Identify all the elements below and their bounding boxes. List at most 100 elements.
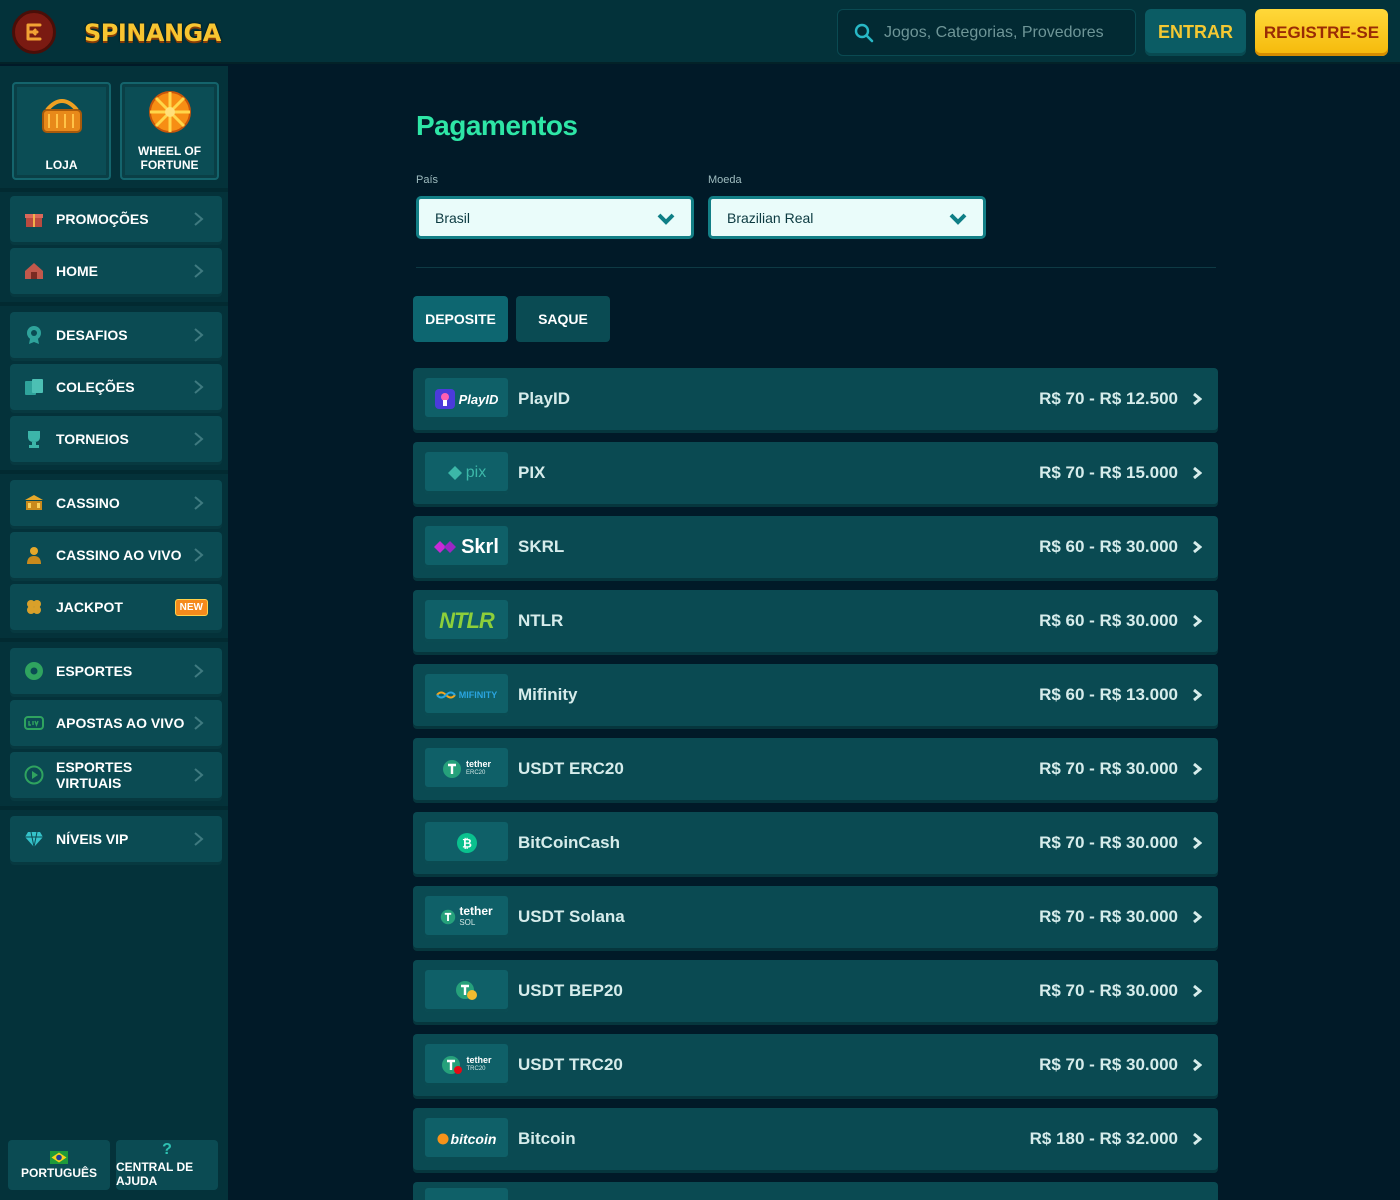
sidebar-item-label: ESPORTES VIRTUAIS	[56, 759, 133, 791]
chevron-right-icon	[194, 716, 204, 730]
sidebar-item-label: CASSINO AO VIVO	[56, 547, 182, 563]
chevron-right-icon	[194, 664, 204, 678]
sidebar-item-label: CASSINO	[56, 495, 120, 511]
sidebar-item-esportes-virtuais[interactable]: ESPORTES VIRTUAIS	[10, 752, 222, 798]
tab-withdraw[interactable]: SAQUE	[516, 296, 610, 342]
menu-icon	[26, 23, 42, 41]
sidebar-item-label: NÍVEIS VIP	[56, 831, 129, 847]
skrill-mark-icon	[434, 541, 457, 553]
brazil-flag-icon	[50, 1150, 68, 1164]
payment-method-row[interactable]: PlayID PlayID R$ 70 - R$ 12.500	[413, 368, 1218, 430]
payment-method-row[interactable]: tether ERC20 USDT ERC20 R$ 70 - R$ 30.00…	[413, 738, 1218, 800]
chevron-right-icon	[194, 328, 204, 342]
casino-icon	[24, 493, 44, 513]
sidebar-item-promocoes[interactable]: PROMOÇÕES	[10, 196, 222, 242]
chevron-right-icon	[1193, 614, 1202, 628]
home-icon	[24, 261, 44, 281]
pix-wordmark: pix	[465, 464, 487, 481]
payment-method-row[interactable]: tether SOL USDT Solana R$ 70 - R$ 30.000	[413, 886, 1218, 948]
payment-method-row[interactable]: pix PIX R$ 70 - R$ 15.000	[413, 442, 1218, 504]
language-button[interactable]: PORTUGUÊS	[8, 1140, 110, 1190]
sidebar-item-label: APOSTAS AO VIVO	[56, 715, 185, 731]
mifinity-wordmark: MIFINITY	[458, 690, 498, 700]
tether-network-label: TRC20	[466, 1066, 486, 1072]
chevron-right-icon	[194, 832, 204, 846]
sidebar-item-home[interactable]: HOME	[10, 248, 222, 294]
bitcoin-wordmark: bitcoin	[450, 1131, 497, 1147]
sidebar-divider	[0, 302, 228, 306]
sidebar-item-jackpot[interactable]: JACKPOT NEW	[10, 584, 222, 630]
payment-method-row[interactable]: USDT BEP20 R$ 70 - R$ 30.000	[413, 960, 1218, 1022]
site-logo[interactable]: SPINANGA	[84, 10, 221, 56]
wheel-of-fortune-tile[interactable]: WHEEL OF FORTUNE	[120, 82, 219, 180]
bitcoin-icon	[437, 1133, 449, 1145]
currency-select[interactable]: Brazilian Real	[708, 196, 986, 239]
method-name: SKRL	[518, 537, 565, 556]
country-select[interactable]: Brasil	[416, 196, 694, 239]
shop-tile[interactable]: LOJA	[12, 82, 111, 180]
tether-trc20-logo: tether TRC20	[425, 1044, 508, 1086]
search-box[interactable]	[837, 9, 1136, 56]
payment-method-row[interactable]: bitcoin Bitcoin R$ 180 - R$ 32.000	[413, 1108, 1218, 1170]
tether-network-label: ERC20	[465, 770, 486, 776]
register-button[interactable]: REGISTRE-SE	[1255, 9, 1388, 56]
payment-method-row[interactable]: ₿ BitCoinCash R$ 70 - R$ 30.000	[413, 812, 1218, 874]
sidebar-item-esportes[interactable]: ESPORTES	[10, 648, 222, 694]
method-name: Mifinity	[518, 685, 578, 704]
tether-network-label: SOL	[459, 918, 476, 927]
svg-text:₿: ₿	[462, 837, 472, 851]
gift-icon	[24, 209, 44, 229]
login-button[interactable]: ENTRAR	[1145, 9, 1246, 56]
sidebar-divider	[0, 806, 228, 810]
payment-method-row[interactable]: MIFINITY Mifinity R$ 60 - R$ 13.000	[413, 664, 1218, 726]
method-range: R$ 70 - R$ 30.000	[1039, 981, 1178, 1000]
chevron-right-icon	[1193, 984, 1202, 998]
tether-wordmark: tether	[466, 1055, 492, 1065]
sidebar-item-label: COLEÇÕES	[56, 379, 135, 395]
wheel-label: WHEEL OF FORTUNE	[137, 144, 202, 172]
method-range: R$ 60 - R$ 30.000	[1039, 611, 1178, 630]
chevron-right-icon	[1193, 910, 1202, 924]
tether-icon	[441, 909, 456, 925]
sidebar-item-apostas-ao-vivo[interactable]: APOSTAS AO VIVO	[10, 700, 222, 746]
chevron-right-icon	[194, 432, 204, 446]
neteller-logo: NTLR	[425, 600, 508, 642]
sidebar-item-niveis-vip[interactable]: NÍVEIS VIP	[10, 816, 222, 862]
section-divider	[416, 267, 1216, 268]
help-center-button[interactable]: ? CENTRAL DE AJUDA	[116, 1140, 218, 1190]
search-icon	[854, 23, 874, 42]
bitcoin-cash-logo: ₿	[425, 822, 508, 864]
sidebar-item-cassino-ao-vivo[interactable]: CASSINO AO VIVO	[10, 532, 222, 578]
menu-toggle-button[interactable]	[12, 10, 56, 54]
sidebar-item-cassino[interactable]: CASSINO	[10, 480, 222, 526]
sidebar-item-colecoes[interactable]: COLEÇÕES	[10, 364, 222, 410]
method-name: USDT Solana	[518, 907, 625, 926]
method-name: NTLR	[518, 611, 564, 630]
payment-method-row[interactable]: tether TRC20 USDT TRC20 R$ 70 - R$ 30.00…	[413, 1034, 1218, 1096]
method-range: R$ 70 - R$ 30.000	[1039, 833, 1178, 852]
sidebar-item-desafios[interactable]: DESAFIOS	[10, 312, 222, 358]
badge-icon	[24, 325, 44, 345]
country-label: País	[416, 174, 439, 186]
chevron-down-icon	[949, 213, 967, 225]
sidebar-item-label: PROMOÇÕES	[56, 211, 149, 227]
tether-bep20-logo	[425, 970, 508, 1012]
cards-icon	[24, 377, 44, 397]
trophy-icon	[24, 429, 44, 449]
method-name: USDT BEP20	[518, 981, 623, 1000]
playid-mark-icon	[434, 389, 455, 409]
search-input[interactable]	[884, 23, 1124, 42]
method-range: R$ 70 - R$ 12.500	[1039, 389, 1178, 408]
sidebar-item-torneios[interactable]: TORNEIOS	[10, 416, 222, 462]
payment-method-row[interactable]: Skrl SKRL R$ 60 - R$ 30.000	[413, 516, 1218, 578]
method-name: PIX	[518, 463, 546, 482]
chevron-right-icon	[194, 264, 204, 278]
skrill-wordmark: Skrl	[461, 535, 499, 558]
payment-method-row-partial[interactable]	[413, 1182, 1218, 1200]
method-name: Bitcoin	[518, 1129, 576, 1148]
payment-method-row[interactable]: NTLR NTLR R$ 60 - R$ 30.000	[413, 590, 1218, 652]
question-icon: ?	[162, 1141, 172, 1158]
wheel-icon	[148, 90, 192, 139]
tab-deposit[interactable]: DEPOSITE	[413, 296, 508, 342]
sidebar-divider	[0, 638, 228, 642]
